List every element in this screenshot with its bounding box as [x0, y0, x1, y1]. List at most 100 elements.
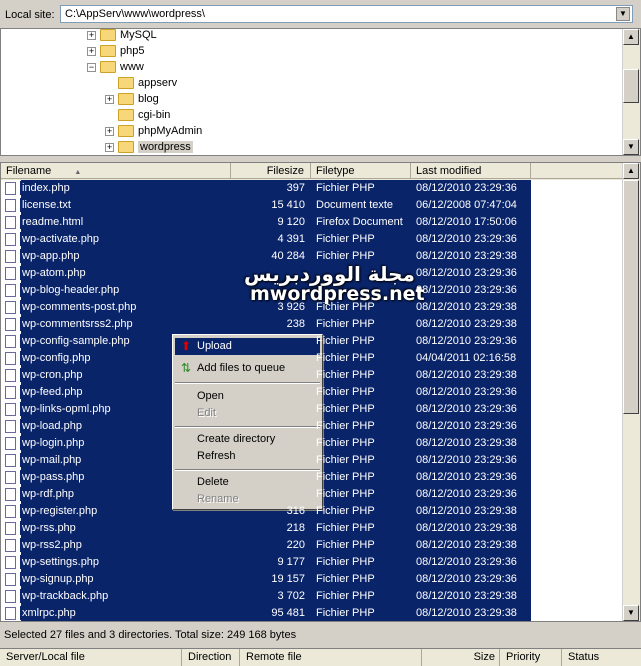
- tree-item-label: MySQL: [120, 29, 157, 41]
- file-icon: [5, 249, 16, 263]
- column-last-modified[interactable]: Last modified: [411, 163, 531, 179]
- file-name: wp-config.php: [20, 351, 93, 365]
- file-modified: 08/12/2010 23:29:38: [416, 539, 517, 551]
- column-filetype[interactable]: Filetype: [311, 163, 411, 179]
- file-modified: 08/12/2010 23:29:38: [416, 607, 517, 619]
- collapse-icon[interactable]: −: [87, 62, 96, 72]
- tree-item-label: phpMyAdmin: [138, 125, 203, 137]
- tree-item[interactable]: + php5: [87, 43, 144, 59]
- file-row[interactable]: license.txt 15 410 Document texte 06/12/200…: [1, 197, 625, 214]
- file-type: Fichier PHP: [316, 403, 375, 415]
- file-row[interactable]: wp-commentsrss2.php 238 Fichier PHP 08/12/2…: [1, 316, 625, 333]
- file-name: wp-trackback.php: [20, 589, 111, 603]
- tree-scroll-up-button[interactable]: ▲: [623, 29, 639, 45]
- file-size: [231, 486, 305, 503]
- queue-column-priority[interactable]: Priority: [500, 649, 562, 666]
- queue-column-size[interactable]: Size: [422, 649, 500, 666]
- directory-tree[interactable]: + MySQL + php5 − www appserv + blog cgi-bin + phpMy…: [0, 28, 641, 156]
- local-site-label: Local site:: [5, 9, 55, 21]
- column-filesize[interactable]: Filesize: [231, 163, 311, 179]
- expand-icon[interactable]: +: [105, 142, 114, 152]
- folder-icon: [100, 45, 116, 58]
- file-type: Fichier PHP: [316, 335, 375, 347]
- expand-icon[interactable]: +: [105, 94, 114, 104]
- file-name: wp-config-sample.php: [20, 334, 132, 348]
- file-icon: [5, 351, 16, 365]
- file-name-cell: wp-cron.php: [5, 367, 231, 384]
- file-row[interactable]: wp-rss2.php 220 Fichier PHP 08/12/2010 23:2…: [1, 537, 625, 554]
- file-row[interactable]: wp-rss.php 218 Fichier PHP 08/12/2010 23:29…: [1, 520, 625, 537]
- column-filename-label: Filename: [6, 165, 52, 177]
- file-row[interactable]: xmlrpc.php 95 481 Fichier PHP 08/12/2010 23…: [1, 605, 625, 621]
- files-scroll-thumb[interactable]: [623, 180, 639, 414]
- file-type: Firefox Document: [316, 216, 403, 228]
- tree-item[interactable]: cgi-bin: [105, 107, 170, 123]
- tree-item-label: cgi-bin: [138, 109, 171, 121]
- column-filename[interactable]: Filename ▲: [1, 163, 231, 179]
- folder-icon: [100, 61, 116, 74]
- file-name: xmlrpc.php: [20, 606, 78, 620]
- files-scroll-down-button[interactable]: ▼: [623, 605, 639, 621]
- file-modified: 08/12/2010 23:29:38: [416, 250, 517, 262]
- expand-icon[interactable]: +: [87, 30, 96, 40]
- tree-item[interactable]: − www: [87, 59, 144, 75]
- file-name-cell: wp-rdf.php: [5, 486, 231, 503]
- file-name-cell: xmlrpc.php: [5, 605, 231, 621]
- file-row[interactable]: wp-activate.php 4 391 Fichier PHP 08/12/201…: [1, 231, 625, 248]
- local-site-path-input[interactable]: C:\AppServ\www\wordpress\ ▼: [60, 5, 633, 23]
- file-size: 3 926: [277, 301, 305, 313]
- file-row[interactable]: wp-trackback.php 3 702 Fichier PHP 08/12/20…: [1, 588, 625, 605]
- file-size: 4 391: [277, 233, 305, 245]
- tree-item[interactable]: + MySQL: [87, 29, 157, 43]
- file-icon: [5, 215, 16, 229]
- expand-icon[interactable]: +: [87, 46, 96, 56]
- file-name: wp-login.php: [20, 436, 87, 450]
- file-icon: [5, 606, 16, 620]
- sort-arrow-icon: ▲: [74, 169, 82, 176]
- file-size: 3 702: [277, 590, 305, 602]
- file-modified: 08/12/2010 23:29:36: [416, 182, 517, 194]
- file-type: Fichier PHP: [316, 454, 375, 466]
- file-modified: 08/12/2010 23:29:38: [416, 318, 517, 330]
- tree-item[interactable]: + phpMyAdmin: [105, 123, 202, 139]
- file-icon: [5, 368, 16, 382]
- path-dropdown-button[interactable]: ▼: [616, 7, 630, 21]
- file-name-cell: wp-activate.php: [5, 231, 231, 248]
- file-row[interactable]: index.php 397 Fichier PHP 08/12/2010 23:29:…: [1, 180, 625, 197]
- file-name: license.txt: [20, 198, 73, 212]
- tree-scroll-thumb[interactable]: [623, 69, 639, 103]
- file-row[interactable]: readme.html 9 120 Firefox Document 08/12/20…: [1, 214, 625, 231]
- file-size: 238: [286, 318, 305, 330]
- file-size: [231, 367, 305, 384]
- queue-column-direction[interactable]: Direction: [182, 649, 240, 666]
- file-size: [231, 333, 305, 350]
- file-modified: 04/04/2011 02:16:58: [416, 352, 517, 364]
- expand-icon[interactable]: +: [105, 126, 114, 136]
- tree-item[interactable]: appserv: [105, 75, 177, 91]
- tree-item[interactable]: + wordpress: [105, 139, 193, 155]
- file-row[interactable]: wp-signup.php 19 157 Fichier PHP 08/12/2010…: [1, 571, 625, 588]
- file-type: Fichier PHP: [316, 505, 375, 517]
- tree-scrollbar[interactable]: ▲ ▼: [622, 29, 640, 155]
- tree-item[interactable]: + blog: [105, 91, 159, 107]
- folder-icon: [118, 109, 134, 122]
- file-type: Fichier PHP: [316, 420, 375, 432]
- file-modified: 06/12/2008 07:47:04: [416, 199, 517, 211]
- file-list[interactable]: Filename ▲ Filesize Filetype Last modifi…: [0, 162, 641, 622]
- files-scroll-up-button[interactable]: ▲: [623, 163, 639, 179]
- file-name: wp-signup.php: [20, 572, 96, 586]
- file-size: 397: [286, 182, 305, 194]
- file-name-cell: wp-commentsrss2.php: [5, 316, 231, 333]
- folder-icon: [118, 77, 134, 90]
- queue-column-server[interactable]: Server/Local file: [0, 649, 182, 666]
- tree-scroll-down-button[interactable]: ▼: [623, 139, 639, 155]
- folder-icon: [118, 93, 134, 106]
- file-name-cell: wp-pass.php: [5, 469, 231, 486]
- file-row[interactable]: wp-settings.php 9 177 Fichier PHP 08/12/201…: [1, 554, 625, 571]
- queue-column-status[interactable]: Status: [562, 649, 641, 666]
- file-list-scrollbar[interactable]: ▲ ▼: [622, 163, 640, 621]
- queue-column-remote[interactable]: Remote file: [240, 649, 422, 666]
- file-size: [231, 282, 305, 299]
- file-modified: 08/12/2010 23:29:38: [416, 522, 517, 534]
- file-icon: [5, 538, 16, 552]
